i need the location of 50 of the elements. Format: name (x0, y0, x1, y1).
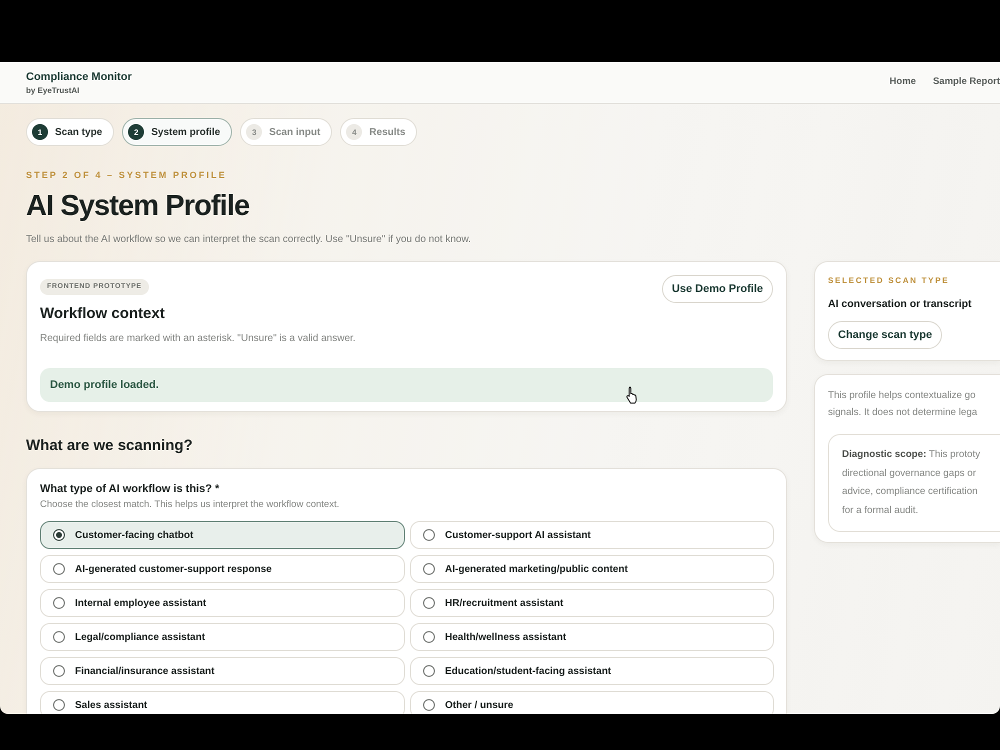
radio-icon (53, 597, 65, 609)
card-description: Required fields are marked with an asterisk. "Unsure" is a valid answer. (40, 333, 356, 345)
workflow-option[interactable]: Health/wellness assistant (410, 623, 774, 651)
workflow-option[interactable]: Sales assistant (40, 691, 405, 714)
page-intro: Tell us about the AI workflow so we can interpret the scan correctly. Use "Unsure" if you do not know. (26, 234, 472, 246)
nav-link[interactable]: Home (890, 76, 916, 87)
workflow-option[interactable]: Customer-support AI assistant (410, 521, 774, 549)
step-tab[interactable]: 1 Scan type (26, 118, 114, 146)
step-eyebrow: STEP 2 OF 4 – SYSTEM PROFILE (26, 170, 228, 181)
workflow-option[interactable]: Legal/compliance assistant (40, 623, 405, 651)
radio-icon (53, 631, 65, 643)
step-number: 3 (246, 124, 262, 140)
radio-icon (423, 631, 435, 643)
workflow-option[interactable]: Customer-facing chatbot (40, 521, 405, 549)
success-notice: Demo profile loaded. (40, 368, 773, 402)
workflow-option[interactable]: HR/recruitment assistant (410, 589, 774, 617)
step-number: 2 (128, 124, 144, 140)
nav-link[interactable]: Sample Report (932, 76, 1000, 87)
radio-icon (423, 665, 435, 677)
radio-icon (423, 699, 435, 711)
hand-cursor-icon (625, 386, 639, 404)
radio-icon (53, 563, 65, 575)
scope-text: Diagnostic scope: This prototy directional governance gaps or advice, compliance certification for a formal audit. (842, 448, 982, 518)
demo-profile-button[interactable]: Use Demo Profile (662, 275, 773, 303)
scan-type-value: AI conversation or transcript (828, 298, 973, 311)
workflow-option[interactable]: AI-generated customer-support response (40, 555, 405, 583)
scan-type-eyebrow: SELECTED SCAN TYPE (828, 276, 950, 286)
step-tab[interactable]: 2 System profile (122, 118, 232, 146)
app-subtitle: by EyeTrustAI (26, 86, 80, 96)
workflow-option[interactable]: Financial/insurance assistant (40, 657, 405, 685)
workflow-option[interactable]: Internal employee assistant (40, 589, 405, 617)
workflow-option[interactable]: Other / unsure (410, 691, 774, 714)
workflow-option[interactable]: Education/student-facing assistant (410, 657, 774, 685)
step-number: 4 (346, 124, 362, 140)
page-title: AI System Profile (26, 190, 250, 222)
change-scan-type-button[interactable]: Change scan type (828, 321, 942, 349)
radio-icon (423, 529, 435, 541)
step-number: 1 (32, 124, 48, 140)
radio-icon (423, 597, 435, 609)
note-text: This profile helps contextualize go signals. It does not determine lega (828, 389, 978, 420)
radio-icon (53, 699, 65, 711)
question-hint: Choose the closest match. This helps us interpret the workflow context. (40, 499, 340, 511)
question-label: What type of AI workflow is this? * (40, 483, 220, 496)
app-title: Compliance Monitor (26, 70, 132, 84)
radio-icon (53, 529, 65, 541)
radio-icon (53, 665, 65, 677)
section-title: What are we scanning? (26, 437, 194, 455)
workflow-option[interactable]: AI-generated marketing/public content (410, 555, 774, 583)
radio-icon (423, 563, 435, 575)
card-title: Workflow context (40, 305, 166, 323)
